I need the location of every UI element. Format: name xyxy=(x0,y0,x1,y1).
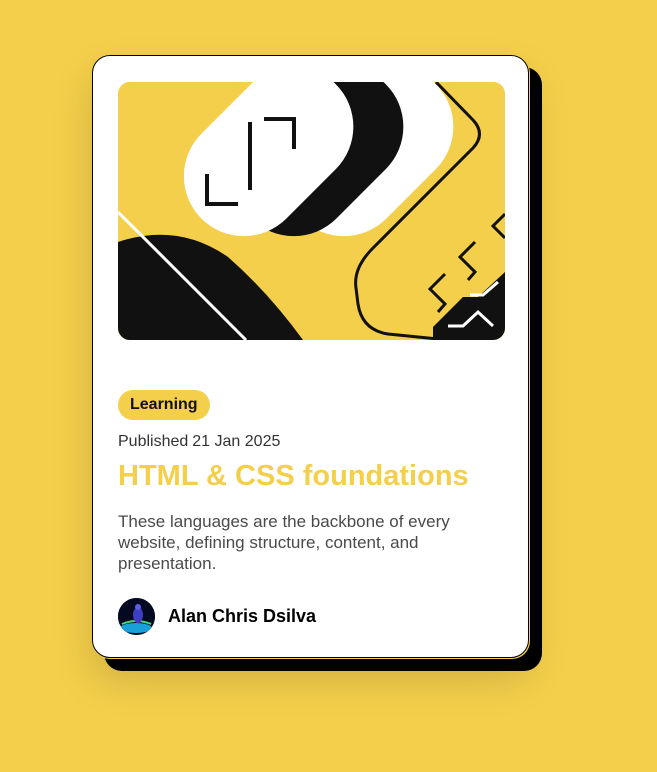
card-title[interactable]: HTML & CSS foundations xyxy=(118,460,469,493)
author-block: Alan Chris Dsilva xyxy=(118,598,316,635)
hero-illustration xyxy=(118,82,505,340)
blog-preview-card: Learning Published 21 Jan 2025 HTML & CSS… xyxy=(92,55,529,658)
published-line: Published 21 Jan 2025 xyxy=(118,433,280,451)
published-date: 21 Jan 2025 xyxy=(192,433,281,450)
author-name[interactable]: Alan Chris Dsilva xyxy=(168,606,316,627)
published-label: Published xyxy=(118,433,189,450)
card-description: These languages are the backbone of ever… xyxy=(118,512,450,573)
category-tag[interactable]: Learning xyxy=(118,390,210,420)
author-avatar xyxy=(118,598,155,635)
